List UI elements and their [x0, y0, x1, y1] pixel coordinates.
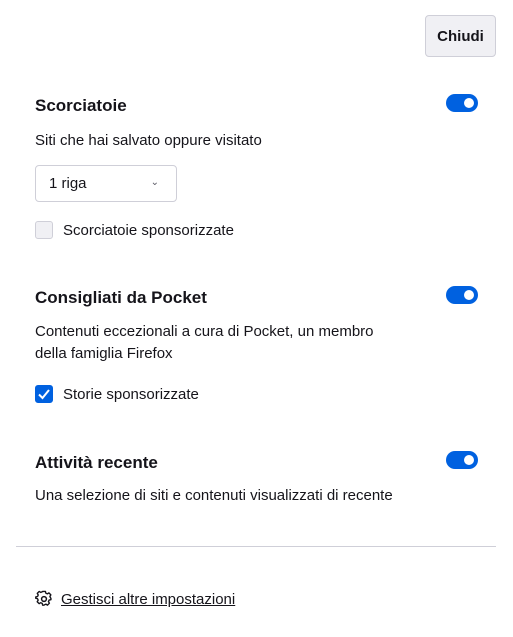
- manage-settings-link[interactable]: Gestisci altre impostazioni: [35, 590, 235, 608]
- shortcuts-rows-select[interactable]: 1 riga ⌄: [35, 165, 177, 202]
- pocket-toggle[interactable]: [446, 286, 478, 304]
- recent-activity-description: Una selezione di siti e contenuti visual…: [35, 487, 393, 504]
- pocket-description-line1: Contenuti eccezionali a cura di Pocket, …: [35, 323, 374, 340]
- pocket-title: Consigliati da Pocket: [35, 288, 207, 307]
- manage-settings-label[interactable]: Gestisci altre impostazioni: [61, 591, 235, 608]
- recent-activity-title: Attività recente: [35, 453, 158, 472]
- recent-activity-section: Attività recente Una selezione di siti e…: [35, 451, 478, 511]
- toggle-knob: [464, 455, 474, 465]
- close-button[interactable]: Chiudi: [425, 15, 496, 57]
- shortcuts-description: Siti che hai salvato oppure visitato: [35, 132, 262, 149]
- sponsored-shortcuts-label: Scorciatoie sponsorizzate: [63, 221, 234, 239]
- shortcuts-section: Scorciatoie Siti che hai salvato oppure …: [35, 94, 478, 244]
- toggle-knob: [464, 290, 474, 300]
- pocket-description-line2: della famiglia Firefox: [35, 345, 173, 362]
- sponsored-stories-row[interactable]: Storie sponsorizzate: [35, 385, 199, 403]
- checkmark-icon: [38, 389, 50, 400]
- pocket-description: Contenuti eccezionali a cura di Pocket, …: [35, 321, 374, 365]
- sponsored-stories-label: Storie sponsorizzate: [63, 385, 199, 403]
- pocket-section: Consigliati da Pocket Contenuti eccezion…: [35, 286, 478, 411]
- divider: [16, 546, 496, 547]
- shortcuts-toggle[interactable]: [446, 94, 478, 112]
- gear-icon: [35, 590, 52, 606]
- toggle-knob: [464, 98, 474, 108]
- select-value: 1 riga: [49, 175, 87, 192]
- shortcuts-title: Scorciatoie: [35, 96, 127, 115]
- sponsored-stories-checkbox[interactable]: [35, 385, 53, 403]
- recent-activity-toggle[interactable]: [446, 451, 478, 469]
- chevron-down-icon: ⌄: [150, 177, 159, 188]
- sponsored-shortcuts-checkbox[interactable]: [35, 221, 53, 239]
- sponsored-shortcuts-row[interactable]: Scorciatoie sponsorizzate: [35, 221, 234, 239]
